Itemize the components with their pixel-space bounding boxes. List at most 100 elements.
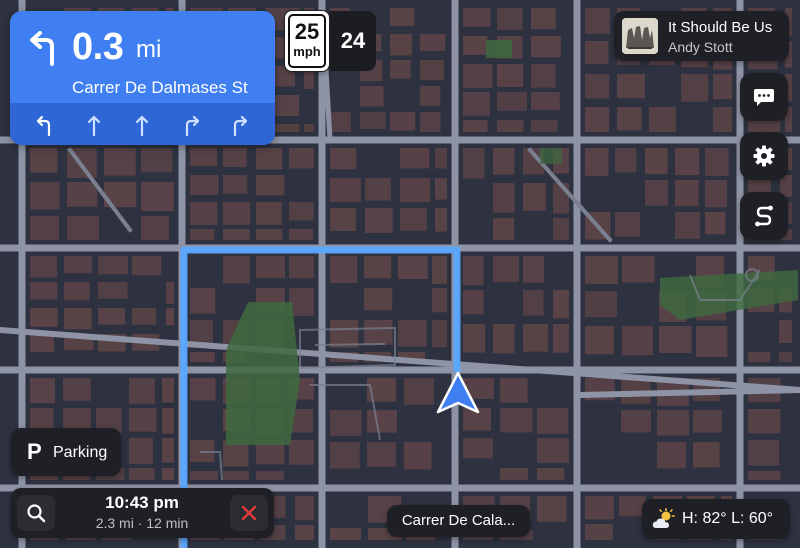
building (132, 308, 157, 325)
building (585, 291, 617, 318)
building (493, 324, 515, 354)
building (585, 326, 614, 355)
close-icon (241, 505, 257, 521)
building (360, 112, 386, 129)
building (531, 120, 558, 132)
building (713, 107, 732, 132)
building (435, 148, 447, 169)
building (622, 326, 653, 356)
building (30, 216, 59, 240)
weather-temperatures: H: 82° L: 60° (682, 510, 774, 527)
building (432, 256, 447, 284)
parking-label: Parking (53, 444, 108, 461)
navigation-card[interactable]: 0.3 mi Carrer De Dalmases St (10, 11, 275, 145)
building (523, 183, 546, 211)
building (190, 175, 219, 195)
building (256, 148, 283, 170)
building (190, 288, 216, 314)
lane-turn-right-icon (233, 115, 248, 136)
building (585, 74, 610, 99)
building (705, 148, 729, 176)
building (420, 34, 446, 52)
building (390, 34, 412, 56)
building (675, 148, 700, 176)
building (398, 256, 428, 279)
building (223, 202, 251, 225)
building (129, 408, 157, 432)
messages-button[interactable] (740, 73, 788, 121)
building (493, 256, 519, 282)
building (420, 86, 441, 106)
parking-button[interactable]: P Parking (11, 428, 121, 476)
lane-turn-right-icon (185, 115, 200, 136)
building (675, 180, 699, 207)
building (748, 352, 771, 362)
building (364, 288, 393, 311)
building (585, 148, 609, 176)
settings-button[interactable] (740, 132, 788, 180)
building (585, 496, 614, 520)
building (645, 148, 668, 175)
current-street-label: Carrer De Cala... (387, 505, 530, 537)
building (500, 378, 528, 403)
building (30, 378, 55, 404)
building (98, 308, 125, 325)
building (330, 528, 361, 540)
building (617, 74, 645, 99)
building (705, 180, 727, 208)
building (289, 440, 314, 465)
building (432, 320, 447, 348)
building (705, 212, 726, 235)
building (364, 256, 392, 279)
building (30, 256, 58, 278)
building (463, 64, 493, 88)
trip-info-bar[interactable]: 10:43 pm 2.3 mi · 12 min (11, 488, 274, 538)
building (748, 471, 781, 480)
building (64, 256, 93, 274)
building (223, 256, 250, 284)
partly-cloudy-icon (652, 508, 675, 528)
building (398, 320, 427, 347)
building (223, 148, 247, 167)
turn-left-icon (30, 31, 54, 66)
building (696, 326, 728, 357)
building (523, 290, 544, 316)
end-route-button[interactable] (230, 495, 268, 531)
building (693, 442, 720, 468)
building (30, 282, 58, 300)
speed-limit-sign: 25 mph (285, 11, 329, 71)
building (463, 120, 488, 132)
arrival-time: 10:43 pm (105, 493, 179, 512)
building (420, 60, 444, 81)
building (162, 408, 174, 434)
building (400, 148, 430, 169)
building (537, 438, 569, 463)
building (553, 324, 569, 353)
building (500, 408, 533, 433)
weather-widget[interactable]: H: 82° L: 60° (642, 499, 790, 539)
now-playing-widget[interactable]: It Should Be Us Andy Stott (614, 11, 789, 61)
building (365, 208, 393, 233)
search-button[interactable] (17, 495, 55, 531)
building (404, 378, 434, 405)
building (585, 107, 610, 132)
building (493, 183, 515, 213)
building (129, 438, 153, 464)
building (622, 256, 655, 283)
building (649, 107, 676, 132)
building (256, 202, 282, 225)
building (553, 290, 569, 319)
building (141, 216, 169, 240)
building (585, 256, 618, 285)
building (748, 409, 781, 434)
building (779, 352, 792, 362)
current-speed-display: 24 (330, 11, 376, 71)
building (367, 410, 397, 433)
building (659, 326, 692, 353)
building (463, 8, 491, 27)
route-overview-button[interactable] (740, 192, 788, 240)
building (390, 112, 416, 131)
building (463, 256, 484, 286)
building (675, 212, 701, 239)
building (289, 148, 314, 169)
